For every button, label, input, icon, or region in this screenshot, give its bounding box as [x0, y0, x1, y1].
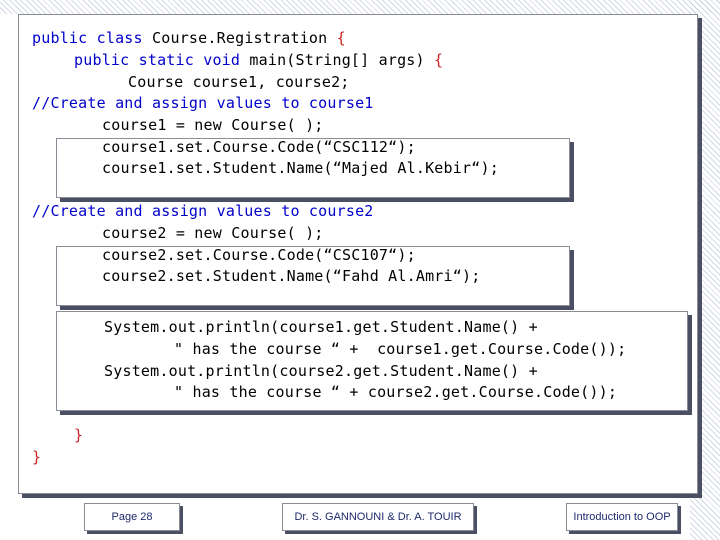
- close-brace-class: }: [32, 448, 42, 466]
- code-line-println2-cont: " has the course “ + course2.get.Course.…: [174, 383, 618, 401]
- open-brace: {: [424, 51, 444, 69]
- code-line-set-code1: course1.set.Course.Code(“CSC112“);: [102, 138, 416, 156]
- class-name: Course.Registration: [142, 29, 328, 47]
- code-line-println1-cont: " has the course “ + course1.get.Course.…: [174, 340, 627, 358]
- close-brace-main: }: [74, 426, 84, 444]
- method-signature: main(String[] args): [240, 51, 425, 69]
- footer-course-title: Introduction to OOP: [566, 503, 678, 531]
- code-line-main: public static void main(String[] args) {: [74, 50, 443, 70]
- footer-authors: Dr. S. GANNOUNI & Dr. A. TOUIR: [282, 503, 474, 531]
- footer-page-number: Page 28: [84, 503, 180, 531]
- code-line-new-course2: course2 = new Course( );: [102, 224, 324, 242]
- keyword: public static void: [74, 51, 241, 69]
- code-line-class: public class Course.Registration {: [32, 28, 346, 48]
- decorative-hatch-top: [0, 0, 720, 14]
- code-comment-course1: //Create and assign values to course1: [32, 94, 374, 112]
- open-brace: {: [327, 29, 346, 47]
- code-line-new-course1: course1 = new Course( );: [102, 116, 324, 134]
- code-comment-course2: //Create and assign values to course2: [32, 202, 374, 220]
- code-line-set-name1: course1.set.Student.Name(“Majed Al.Kebir…: [102, 159, 499, 177]
- code-line-set-name2: course2.set.Student.Name(“Fahd Al.Amri“)…: [102, 267, 481, 285]
- code-line-println2: System.out.println(course2.get.Student.N…: [104, 362, 538, 380]
- code-line-println1: System.out.println(course1.get.Student.N…: [104, 318, 538, 336]
- code-line-declare: Course course1, course2;: [128, 73, 350, 91]
- keyword: public class: [32, 29, 143, 47]
- code-line-set-code2: course2.set.Course.Code(“CSC107“);: [102, 246, 416, 264]
